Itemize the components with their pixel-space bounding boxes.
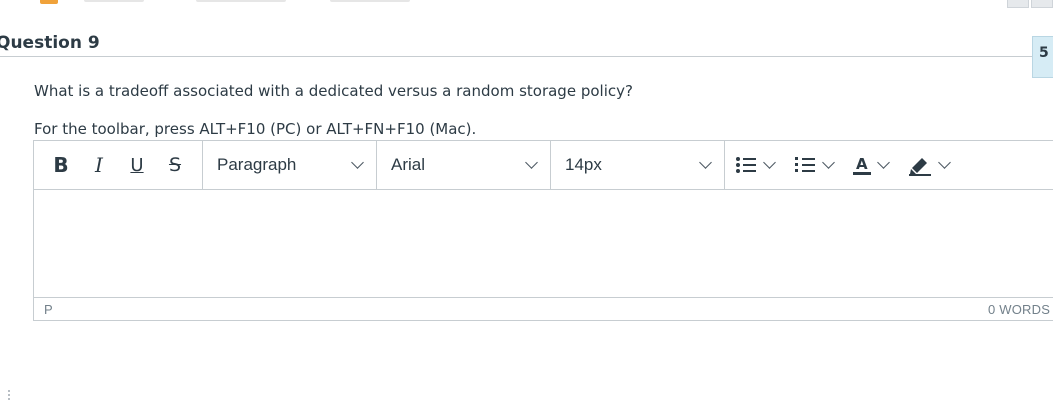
flag-icon — [40, 0, 58, 4]
points-badge: 5 p — [1032, 36, 1053, 78]
chevron-down-icon — [699, 156, 712, 169]
chevron-down-icon — [822, 156, 835, 169]
faded-text — [330, 0, 410, 2]
nav-buttons — [1007, 0, 1053, 8]
toolbar-hint: For the toolbar, press ALT+F10 (PC) or A… — [34, 120, 477, 138]
question-prompt: What is a tradeoff associated with a ded… — [34, 82, 633, 100]
question-header: Question 9 — [0, 33, 1053, 57]
block-format-value: Paragraph — [217, 155, 297, 174]
question-title: Question 9 — [0, 33, 100, 53]
faded-text — [84, 0, 144, 2]
bullet-list-button[interactable] — [725, 141, 784, 189]
bullet-list-icon — [736, 157, 756, 173]
italic-button[interactable]: I — [86, 141, 112, 189]
highlight-color-button[interactable] — [898, 141, 959, 189]
chevron-down-icon — [351, 156, 364, 169]
collapse-icon[interactable] — [1007, 0, 1029, 8]
editor-toolbar: B I U S Paragraph Arial 14px A — [34, 141, 1053, 190]
chevron-down-icon — [876, 156, 890, 169]
bold-button[interactable]: B — [48, 141, 74, 189]
numbered-list-icon — [795, 157, 815, 172]
faded-text — [196, 0, 286, 2]
text-color-icon: A — [853, 156, 871, 175]
font-size-select[interactable]: 14px — [551, 141, 725, 189]
chevron-down-icon — [763, 156, 776, 169]
drag-handle-icon — [8, 390, 10, 400]
editor-statusbar: P 0 WORDS — [34, 297, 1053, 320]
font-family-value: Arial — [391, 155, 426, 174]
word-count[interactable]: 0 WORDS — [988, 302, 1050, 317]
element-path[interactable]: P — [44, 302, 53, 317]
numbered-list-button[interactable] — [784, 141, 843, 189]
strikethrough-button[interactable]: S — [162, 141, 188, 189]
chevron-down-icon — [937, 156, 951, 169]
text-color-button[interactable]: A — [843, 141, 898, 189]
format-group: B I U S — [34, 141, 203, 189]
rich-text-editor: B I U S Paragraph Arial 14px A P 0 WORDS — [33, 140, 1053, 321]
font-size-value: 14px — [565, 155, 602, 174]
prev-icon[interactable] — [1031, 0, 1053, 8]
underline-button[interactable]: U — [124, 141, 150, 189]
editor-content-area[interactable] — [34, 190, 1053, 299]
chevron-down-icon — [525, 156, 538, 169]
font-family-select[interactable]: Arial — [377, 141, 551, 189]
highlighter-icon — [908, 158, 931, 176]
block-format-select[interactable]: Paragraph — [203, 141, 377, 189]
header-divider — [0, 56, 1034, 57]
top-strip — [0, 0, 1053, 8]
